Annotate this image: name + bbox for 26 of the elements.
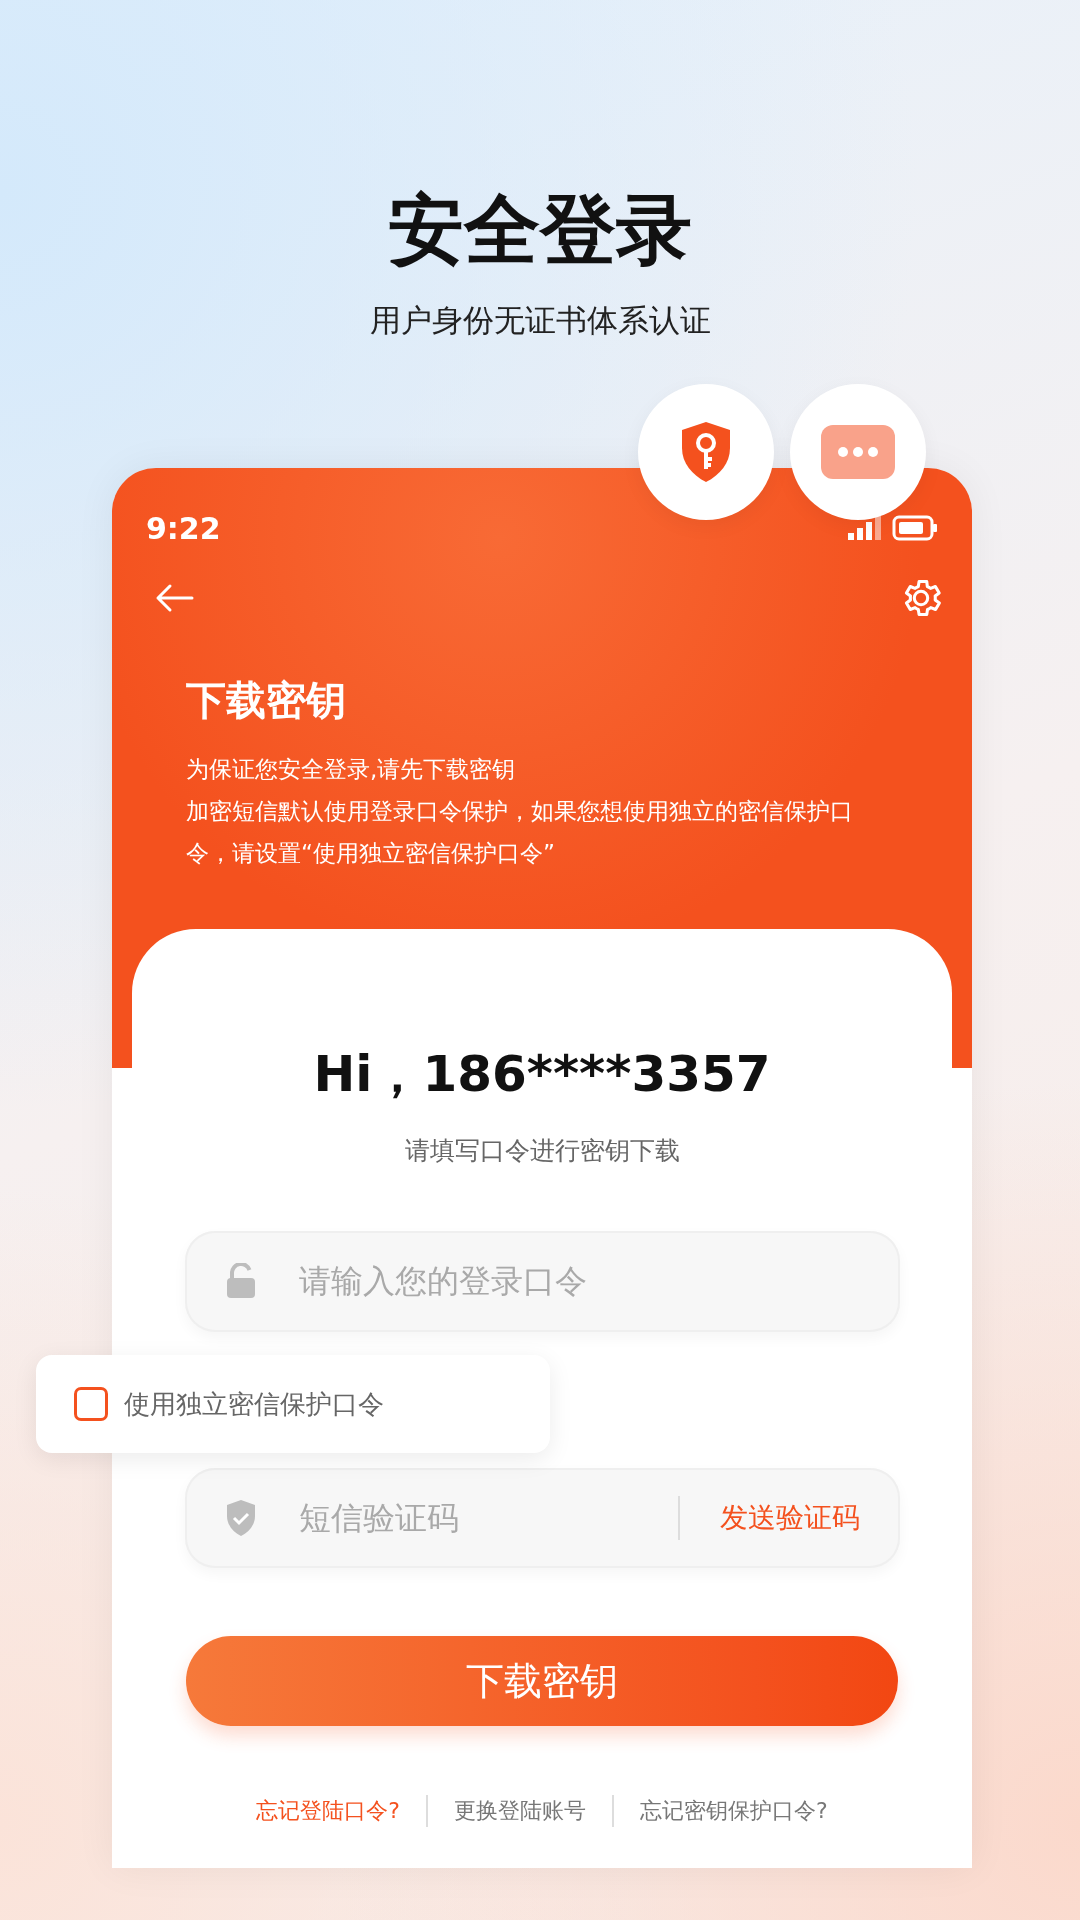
text-link[interactable]: 忘记登陆口令? <box>256 1793 400 1829</box>
download-key-button[interactable]: 下载密钥 <box>186 1636 898 1726</box>
shield-key-icon <box>680 421 732 483</box>
send-code-button[interactable]: 发送验证码 <box>719 1498 860 1537</box>
headline-title: 安全登录 <box>387 184 693 276</box>
signal-icon <box>848 516 882 540</box>
sms-code-input[interactable]: 短信验证码 <box>296 1497 638 1538</box>
padlock-icon <box>224 1263 257 1300</box>
description-text: 为保证您安全登录,请先下载密钥 <box>186 755 517 784</box>
shield-check-icon <box>224 1498 257 1537</box>
text-link[interactable]: 更换登陆账号 <box>454 1793 586 1829</box>
chat-dots-icon <box>821 425 895 479</box>
greeting-title: Hi，186****3357 <box>313 1044 771 1105</box>
password-input[interactable]: 请输入您的登录口令 <box>296 1261 860 1302</box>
page-title: 下载密钥 <box>186 676 347 725</box>
text-link[interactable]: 忘记密钥保护口令? <box>640 1793 828 1829</box>
greeting-subtitle: 请填写口令进行密钥下载 <box>404 1135 680 1167</box>
status-time: 9:22 <box>146 510 221 546</box>
back-icon[interactable] <box>154 583 194 613</box>
checkbox-label: 使用独立密信保护口令 <box>124 1387 384 1421</box>
sms-code-field[interactable]: 短信验证码 发送验证码 <box>184 1467 900 1569</box>
battery-icon <box>892 515 938 541</box>
checkbox[interactable] <box>74 1387 108 1421</box>
description-text: 加密短信默认使用登录口令保护，如果您想使用独立的密信保护口令，请设置“使用独立密信保护口令” <box>186 797 854 868</box>
password-field[interactable]: 请输入您的登录口令 <box>184 1231 900 1332</box>
headline-subtitle: 用户身份无证书体系认证 <box>368 301 712 340</box>
